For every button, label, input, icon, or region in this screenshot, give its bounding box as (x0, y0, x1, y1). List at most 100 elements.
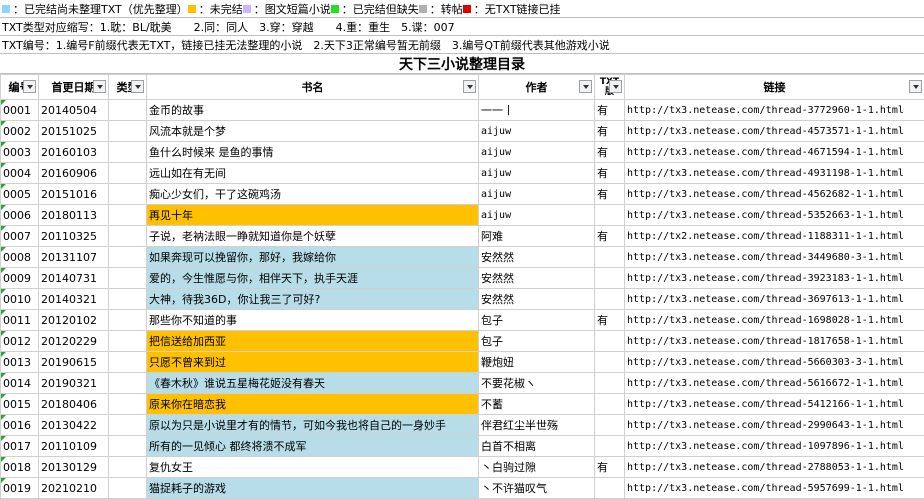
date-cell[interactable]: 20130422 (39, 415, 109, 436)
type-cell[interactable] (109, 289, 147, 310)
date-cell[interactable]: 20210210 (39, 478, 109, 499)
type-cell[interactable] (109, 373, 147, 394)
link-cell[interactable]: http://tx2.netease.com/thread-1188311-1-… (625, 226, 924, 247)
txt-cell[interactable] (595, 268, 625, 289)
date-cell[interactable]: 20180113 (39, 205, 109, 226)
type-cell[interactable] (109, 394, 147, 415)
title-cell[interactable]: 那些你不知道的事 (147, 310, 479, 331)
link-cell[interactable]: http://tx3.netease.com/thread-4573571-1-… (625, 121, 924, 142)
link-cell[interactable]: http://tx3.netease.com/thread-4931198-1-… (625, 163, 924, 184)
date-cell[interactable]: 20160906 (39, 163, 109, 184)
author-cell[interactable]: 安然然 (479, 247, 595, 268)
author-cell[interactable]: 包子 (479, 331, 595, 352)
id-cell[interactable]: 0016 (1, 415, 39, 436)
author-cell[interactable]: aijuw (479, 205, 595, 226)
link-cell[interactable]: http://tx3.netease.com/thread-4562682-1-… (625, 184, 924, 205)
author-cell[interactable]: 安然然 (479, 289, 595, 310)
author-cell[interactable]: 丶白驹过隙 (479, 457, 595, 478)
date-cell[interactable]: 20151016 (39, 184, 109, 205)
txt-cell[interactable] (595, 331, 625, 352)
id-cell[interactable]: 0003 (1, 142, 39, 163)
title-cell[interactable]: 子说，老衲法眼一睁就知道你是个妖孽 (147, 226, 479, 247)
date-cell[interactable]: 20120102 (39, 310, 109, 331)
title-cell[interactable]: 鱼什么时候来 是鱼的事情 (147, 142, 479, 163)
type-cell[interactable] (109, 100, 147, 121)
txt-cell[interactable] (595, 247, 625, 268)
filter-dropdown-icon[interactable] (609, 80, 622, 93)
date-cell[interactable]: 20140321 (39, 289, 109, 310)
txt-cell[interactable] (595, 352, 625, 373)
date-cell[interactable]: 20151025 (39, 121, 109, 142)
type-cell[interactable] (109, 121, 147, 142)
txt-cell[interactable]: 有 (595, 142, 625, 163)
title-cell[interactable]: 原来你在暗恋我 (147, 394, 479, 415)
txt-cell[interactable]: 有 (595, 457, 625, 478)
title-cell[interactable]: 所有的一见倾心 都终将溃不成军 (147, 436, 479, 457)
id-cell[interactable]: 0005 (1, 184, 39, 205)
txt-cell[interactable] (595, 436, 625, 457)
id-cell[interactable]: 0006 (1, 205, 39, 226)
author-cell[interactable]: aijuw (479, 121, 595, 142)
txt-cell[interactable]: 有 (595, 226, 625, 247)
type-cell[interactable] (109, 163, 147, 184)
link-cell[interactable]: http://tx3.netease.com/thread-3449680-3-… (625, 247, 924, 268)
filter-dropdown-icon[interactable] (463, 80, 476, 93)
link-cell[interactable]: http://tx3.netease.com/thread-5352663-1-… (625, 205, 924, 226)
title-cell[interactable]: 如果奔现可以挽留你，那好，我嫁给你 (147, 247, 479, 268)
id-cell[interactable]: 0007 (1, 226, 39, 247)
author-cell[interactable]: 包子 (479, 310, 595, 331)
author-cell[interactable]: 不要花椒ヽ (479, 373, 595, 394)
date-cell[interactable]: 20190615 (39, 352, 109, 373)
filter-dropdown-icon[interactable] (131, 80, 144, 93)
type-cell[interactable] (109, 331, 147, 352)
title-cell[interactable]: 再见十年 (147, 205, 479, 226)
id-cell[interactable]: 0009 (1, 268, 39, 289)
id-cell[interactable]: 0004 (1, 163, 39, 184)
date-cell[interactable]: 20130129 (39, 457, 109, 478)
title-cell[interactable]: 《春木秋》谁说五星梅花姬没有春天 (147, 373, 479, 394)
author-cell[interactable]: aijuw (479, 142, 595, 163)
id-cell[interactable]: 0002 (1, 121, 39, 142)
type-cell[interactable] (109, 247, 147, 268)
date-cell[interactable]: 20110109 (39, 436, 109, 457)
title-cell[interactable]: 原以为只是小说里才有的情节，可如今我也将自己的一身妙手 (147, 415, 479, 436)
date-cell[interactable]: 20120229 (39, 331, 109, 352)
filter-dropdown-icon[interactable] (23, 80, 36, 93)
id-cell[interactable]: 0008 (1, 247, 39, 268)
id-cell[interactable]: 0001 (1, 100, 39, 121)
title-cell[interactable]: 风流本就是个梦 (147, 121, 479, 142)
id-cell[interactable]: 0011 (1, 310, 39, 331)
date-cell[interactable]: 20140731 (39, 268, 109, 289)
type-cell[interactable] (109, 142, 147, 163)
date-cell[interactable]: 20160103 (39, 142, 109, 163)
title-cell[interactable]: 只愿不曾来到过 (147, 352, 479, 373)
txt-cell[interactable]: 有 (595, 184, 625, 205)
link-cell[interactable]: http://tx3.netease.com/thread-1097896-1-… (625, 436, 924, 457)
type-cell[interactable] (109, 205, 147, 226)
author-cell[interactable]: 安然然 (479, 268, 595, 289)
title-cell[interactable]: 金币的故事 (147, 100, 479, 121)
title-cell[interactable]: 复仇女王 (147, 457, 479, 478)
id-cell[interactable]: 0018 (1, 457, 39, 478)
date-cell[interactable]: 20190321 (39, 373, 109, 394)
id-cell[interactable]: 0014 (1, 373, 39, 394)
txt-cell[interactable]: 有 (595, 310, 625, 331)
author-cell[interactable]: aijuw (479, 163, 595, 184)
link-cell[interactable]: http://tx3.netease.com/thread-5957699-1-… (625, 478, 924, 499)
txt-cell[interactable] (595, 373, 625, 394)
id-cell[interactable]: 0017 (1, 436, 39, 457)
txt-cell[interactable] (595, 205, 625, 226)
type-cell[interactable] (109, 310, 147, 331)
type-cell[interactable] (109, 457, 147, 478)
filter-dropdown-icon[interactable] (579, 80, 592, 93)
link-cell[interactable]: http://tx3.netease.com/thread-4671594-1-… (625, 142, 924, 163)
author-cell[interactable]: 一一丨 (479, 100, 595, 121)
date-cell[interactable]: 20110325 (39, 226, 109, 247)
type-cell[interactable] (109, 226, 147, 247)
title-cell[interactable]: 远山如在有无间 (147, 163, 479, 184)
type-cell[interactable] (109, 184, 147, 205)
author-cell[interactable]: 不蓄 (479, 394, 595, 415)
date-cell[interactable]: 20180406 (39, 394, 109, 415)
author-cell[interactable]: 阿难 (479, 226, 595, 247)
txt-cell[interactable] (595, 289, 625, 310)
